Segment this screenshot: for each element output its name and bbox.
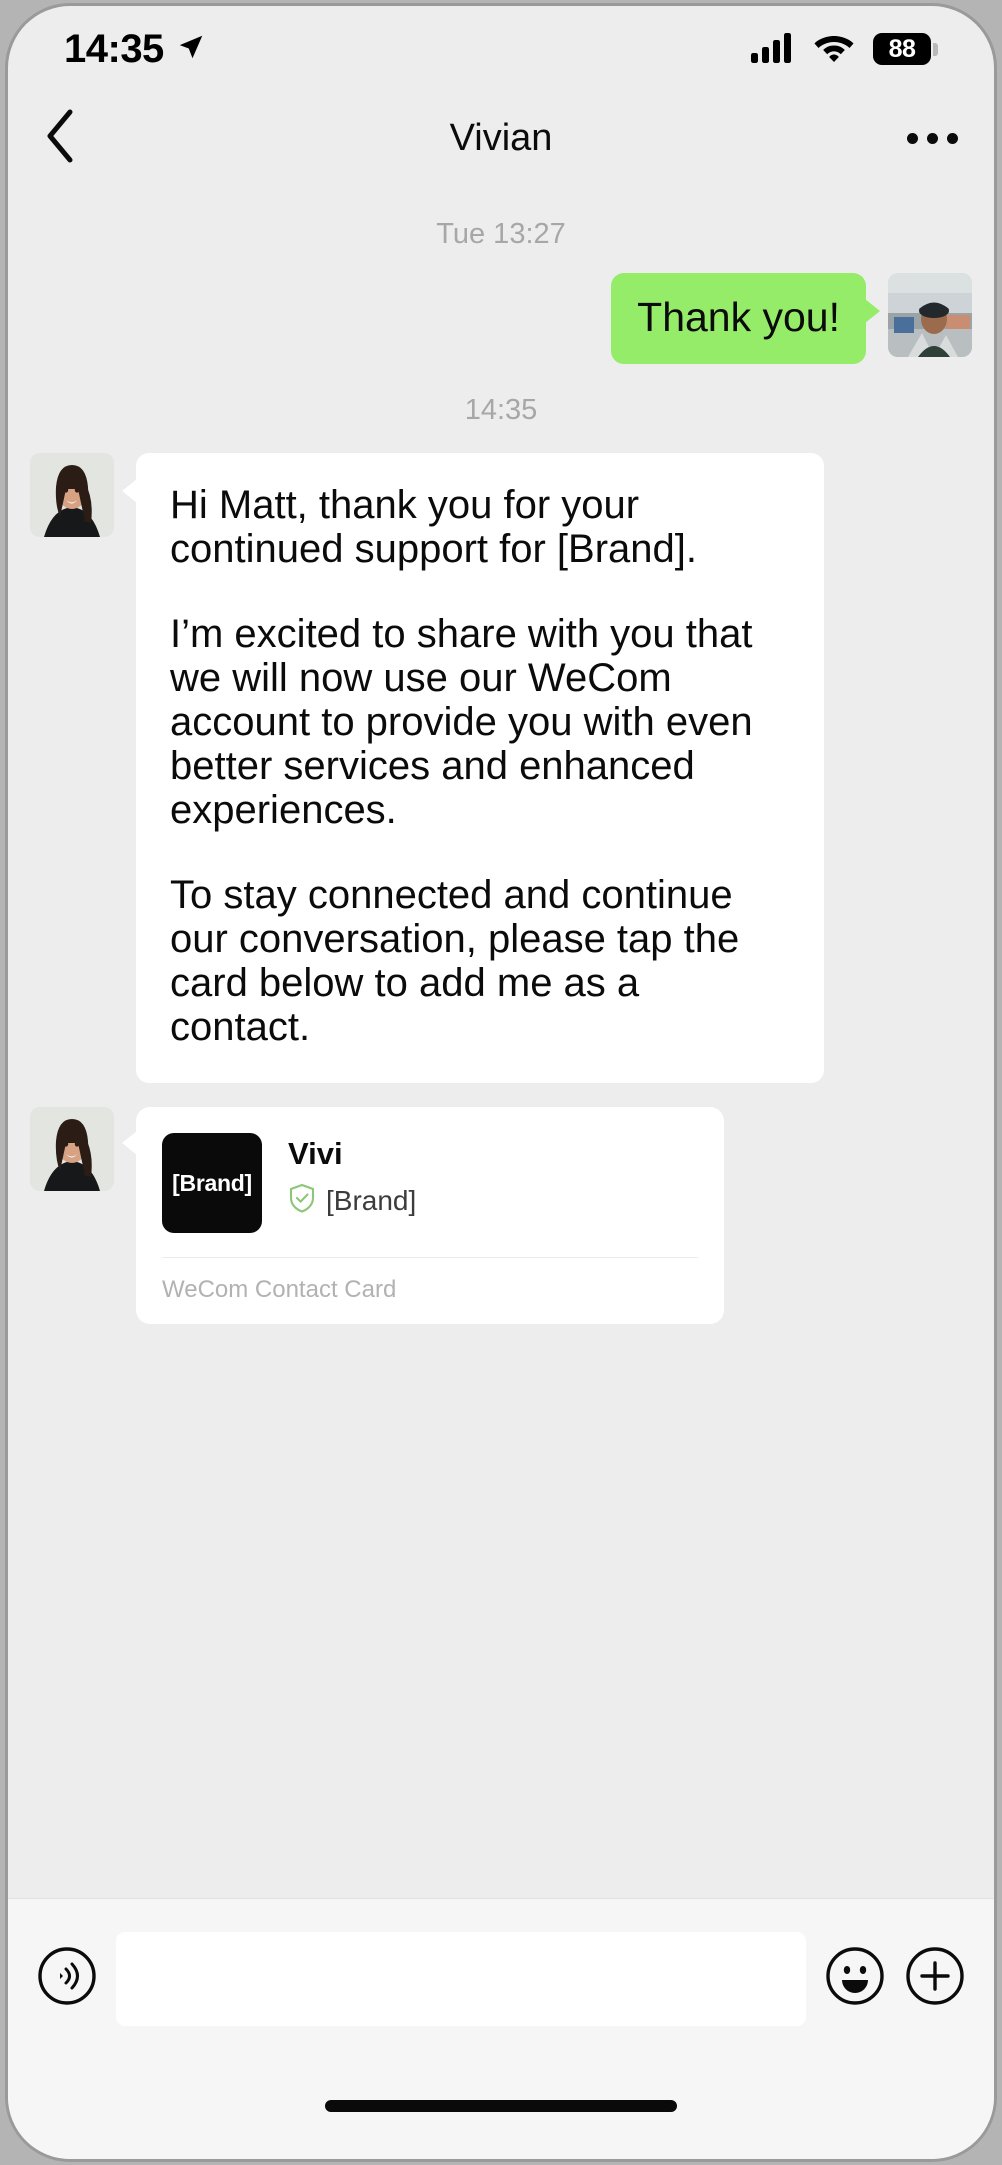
incoming-message-paragraph-1: Hi Matt, thank you for your continued su… [170,483,697,572]
emoji-button[interactable] [824,1945,886,2012]
location-arrow-icon [176,32,206,67]
voice-message-icon [36,1945,98,2012]
incoming-message-paragraph-3: To stay connected and continue our conve… [170,873,740,1050]
avatar-self-image [888,273,972,357]
status-bar-right: 88 [751,31,938,68]
avatar-contact[interactable] [30,453,114,538]
message-input-bar [8,1898,994,2058]
chat-header: Vivian [8,92,994,184]
back-button[interactable] [30,108,90,168]
emoji-smiley-icon [824,1945,886,2012]
contact-card-footer-label: WeCom Contact Card [162,1276,397,1304]
message-text-input[interactable] [116,1931,806,2026]
avatar-contact-2[interactable] [30,1107,114,1192]
message-row-incoming: Hi Matt, thank you for your continued su… [30,453,972,1084]
chevron-left-icon [43,108,77,169]
more-horizontal-icon [906,132,918,144]
message-list[interactable]: Tue 13:27 Thank you! 14:35 Hi Matt, than… [8,184,994,1898]
timestamp-divider-1: Tue 13:27 [436,218,566,250]
outgoing-message-bubble[interactable]: Thank you! [611,273,880,365]
contact-card-body: [Brand] Vivi [Brand] [162,1133,698,1257]
more-options-button[interactable] [900,115,964,161]
status-bar-left: 14:35 [64,27,206,72]
more-horizontal-icon-dot3 [946,132,958,144]
shield-check-icon [288,1183,316,1218]
more-horizontal-icon-dot2 [926,132,938,144]
voice-message-button[interactable] [36,1945,98,2012]
message-row-contact-card: [Brand] Vivi [Brand] WeCom Contact Card [30,1107,972,1325]
status-bar-clock: 14:35 [64,26,164,71]
contact-card-logo-label: [Brand] [172,1169,252,1196]
avatar-contact-image [30,453,114,538]
status-bar: 14:35 88 [8,6,994,92]
phone-frame: 14:35 88 Vivian Tue 13:27 Thank you! 14:… [8,6,994,2159]
wifi-icon [813,31,855,68]
avatar-contact-2-image [30,1107,114,1192]
outgoing-message-text: Thank you! [637,294,840,340]
battery-icon: 88 [873,33,938,65]
contact-card-organization-label: [Brand] [326,1184,417,1216]
contact-card-logo: [Brand] [162,1133,262,1234]
contact-card-name: Vivi [288,1136,343,1172]
incoming-message-bubble[interactable]: Hi Matt, thank you for your continued su… [122,453,824,1084]
home-indicator[interactable] [325,2100,677,2112]
timestamp-divider-2: 14:35 [464,394,538,427]
wecom-contact-card[interactable]: [Brand] Vivi [Brand] WeCom Contact Card [122,1107,724,1325]
incoming-message-paragraph-2: I’m excited to share with you that we wi… [170,612,753,833]
battery-percent-label: 88 [888,34,916,63]
home-indicator-area [8,2058,994,2159]
page-title: Vivian [449,116,553,159]
cellular-signal-icon [751,31,795,68]
avatar-self[interactable] [888,273,972,357]
message-row-outgoing: Thank you! [30,273,972,365]
add-attachment-button[interactable] [904,1945,966,2012]
contact-card-organization: [Brand] [288,1183,416,1218]
plus-circle-icon [904,1945,966,2012]
battery-nub [933,42,938,56]
contact-card-footer: WeCom Contact Card [162,1257,698,1324]
battery-body: 88 [873,33,931,65]
contact-card-info: Vivi [Brand] [288,1133,416,1218]
